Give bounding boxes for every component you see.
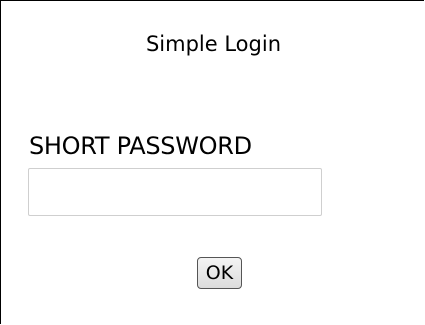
password-field[interactable] xyxy=(28,168,322,216)
login-panel: Simple Login SHORT PASSWORD OK xyxy=(0,0,424,324)
ok-button[interactable]: OK xyxy=(197,257,242,289)
password-label: SHORT PASSWORD xyxy=(29,132,252,160)
page-title: Simple Login xyxy=(145,32,282,56)
